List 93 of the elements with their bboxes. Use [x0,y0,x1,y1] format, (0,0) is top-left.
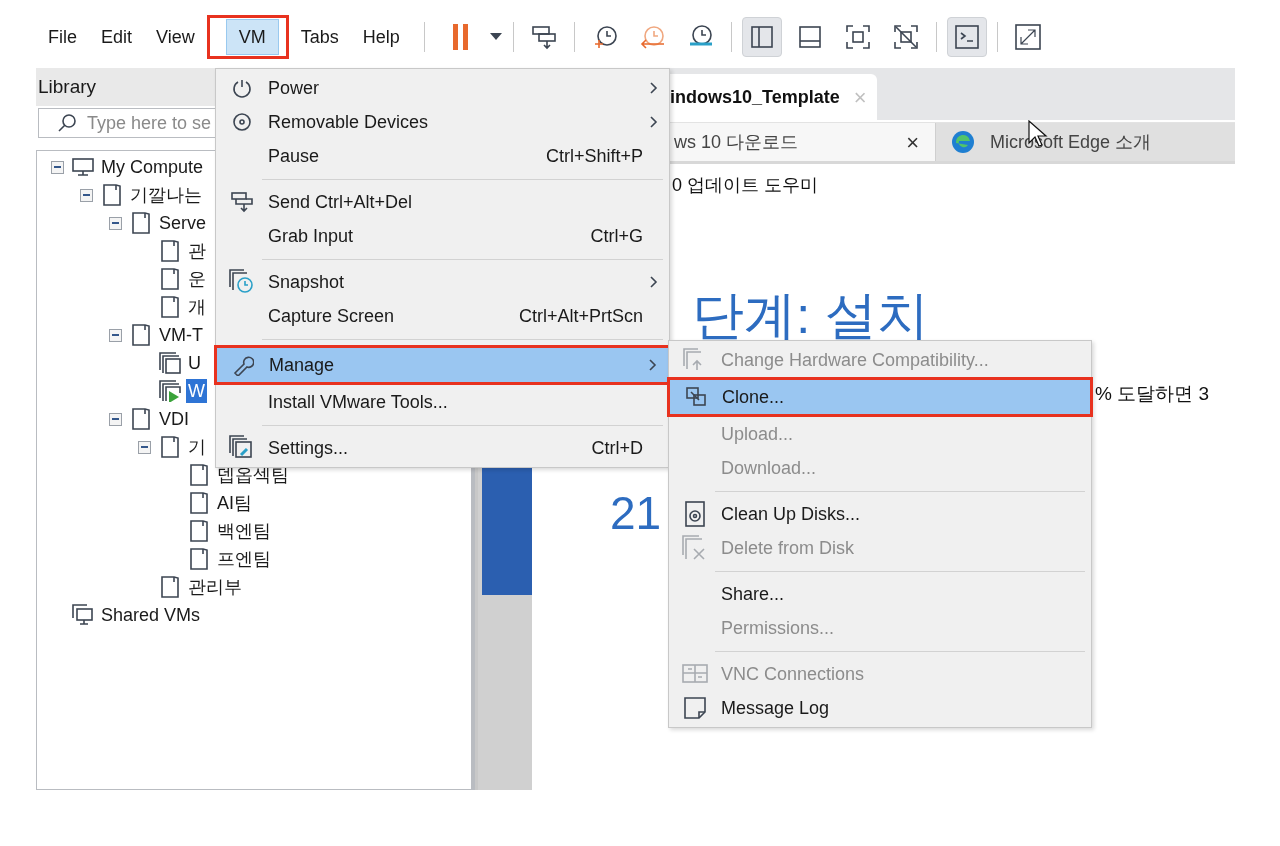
tree-item[interactable]: VM-T [157,323,205,347]
status-text: % 도달하면 3 [1095,382,1210,406]
document-icon [161,576,179,598]
chevron-right-icon [648,358,658,372]
toolbar-button[interactable] [946,17,987,57]
disc-icon [232,112,252,132]
document-icon [190,492,208,514]
menu-item[interactable]: Snapshot [216,265,669,299]
chevron-right-icon [649,275,659,289]
chevron-right-icon [649,81,659,95]
document-icon [161,436,179,458]
shortcut-label: Ctrl+Alt+PrtScn [518,304,643,328]
search-icon [57,113,77,133]
network-panel-icon [682,664,708,684]
toolbar-button[interactable] [741,17,782,57]
tree-item[interactable]: 기깔나는 [128,183,204,207]
tree-item[interactable]: AI팀 [215,491,254,515]
menu-button[interactable]: Help [350,19,412,55]
progress-percent: 21 [610,486,662,541]
panel-title: Library [38,74,97,99]
tree-item[interactable]: 프엔팀 [215,547,273,571]
collapse-toggle[interactable] [108,412,122,426]
shortcut-label: Ctrl+D [591,436,643,460]
snapshot-icon [229,269,255,295]
collapse-toggle[interactable] [79,188,93,202]
menu-button[interactable]: VM [225,19,279,55]
chevron-right-icon [649,115,659,129]
menu-item[interactable]: Grab Input Ctrl+G [216,219,669,253]
document-icon [190,520,208,542]
document-icon [161,268,179,290]
stacked-windows-icon [159,352,181,374]
tree-item[interactable]: 운 [186,267,208,291]
tree-item[interactable]: 관 [186,239,208,263]
document-icon [190,548,208,570]
stacked-windows-play-icon [159,380,181,402]
tree-item[interactable]: VDI [157,407,191,431]
menu-button[interactable]: File [36,19,89,55]
edge-logo-icon [950,129,976,155]
settings-icon [229,435,255,461]
menu-item[interactable]: Share... [669,577,1091,611]
document-icon [132,324,150,346]
power-icon [232,78,252,98]
stretch-icon[interactable] [1013,23,1042,51]
menu-item[interactable]: Install VMware Tools... [216,385,669,419]
tree-item[interactable]: My Compute [99,155,206,179]
menu-item[interactable]: Clean Up Disks... [669,497,1091,531]
collapse-toggle[interactable] [108,216,122,230]
tree-item[interactable]: U [186,351,203,375]
document-icon [161,296,179,318]
step-title: 단계: 설치 [692,285,929,346]
pause-icon[interactable] [451,23,470,51]
caret-icon[interactable] [489,33,502,41]
bottom-panel-icon[interactable] [797,25,822,49]
menu-item[interactable]: Manage [217,348,668,382]
menu-item[interactable]: Message Log [669,691,1091,725]
document-icon [161,240,179,262]
sidebar-layout-icon[interactable] [749,25,774,49]
tree-item[interactable]: 기 [186,435,208,459]
shortcut-label: Ctrl+G [590,224,643,248]
document-icon [132,408,150,430]
menu-item[interactable]: Send Ctrl+Alt+Del [216,185,669,219]
note-icon [684,697,706,719]
fullscreen-frame-icon[interactable] [844,24,871,50]
close-button[interactable]: × [906,125,919,159]
clock-revert-icon[interactable] [639,24,666,50]
collapse-toggle[interactable] [137,440,151,454]
unity-off-icon[interactable] [892,24,919,50]
app-title: 0 업데이트 도우미 [672,174,818,197]
document-icon [132,212,150,234]
menu-button[interactable]: Tabs [288,19,351,55]
menu-item[interactable]: Settings... Ctrl+D [216,431,669,465]
keyboard-send-icon [230,190,254,214]
tree-item[interactable]: 관리부 [186,575,244,599]
menu-button[interactable]: View [144,19,207,55]
document-icon [103,184,121,206]
collapse-toggle[interactable] [108,328,122,342]
document-icon [190,464,208,486]
menu-button[interactable]: Edit [89,19,145,55]
tree-item[interactable]: Serve [157,211,209,235]
tree-item[interactable]: 개 [186,295,208,319]
tree-item[interactable]: Shared VMs [99,603,203,627]
monitor-icon [72,157,94,177]
keyboard-send-icon[interactable] [530,24,557,50]
delete-windows-icon [682,535,708,561]
collapse-toggle[interactable] [50,160,64,174]
tree-item[interactable]: W [186,379,207,403]
menu-item[interactable]: Clone... [670,380,1090,414]
menu-item[interactable]: Capture Screen Ctrl+Alt+PrtScn [216,299,669,333]
wrench-icon [232,354,254,376]
tree-item[interactable]: 백엔팀 [215,519,273,543]
console-icon[interactable] [953,24,980,50]
clone-icon [686,387,706,407]
shared-monitors-icon [72,604,94,626]
